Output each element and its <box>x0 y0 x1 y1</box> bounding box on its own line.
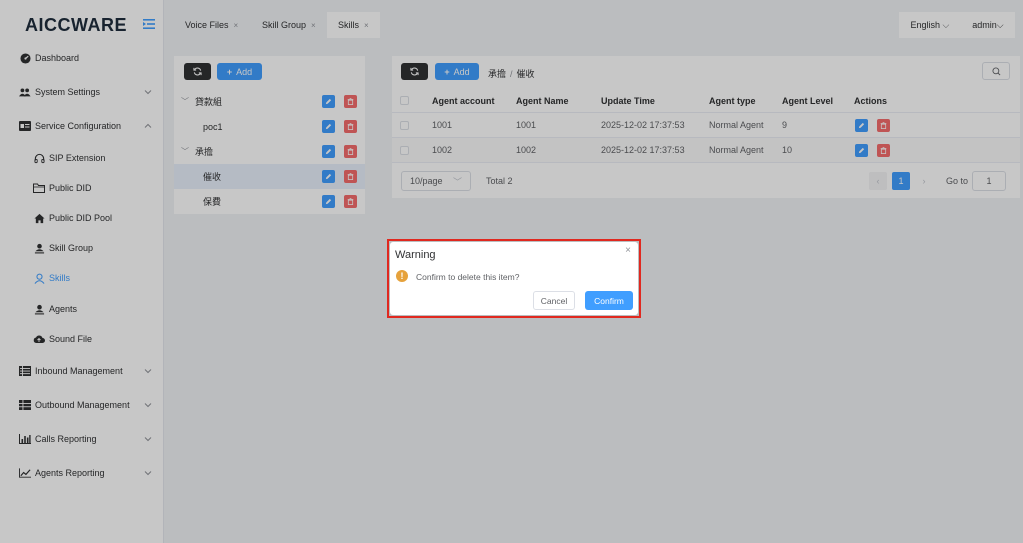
dialog-title: Warning <box>395 249 436 261</box>
confirm-button[interactable]: Confirm <box>585 291 633 310</box>
warning-dialog: Warning × ! Confirm to delete this item?… <box>390 242 638 315</box>
warning-icon: ! <box>396 270 408 282</box>
cancel-button[interactable]: Cancel <box>533 291 575 310</box>
close-icon[interactable]: × <box>625 245 631 256</box>
dialog-message: Confirm to delete this item? <box>416 272 520 282</box>
